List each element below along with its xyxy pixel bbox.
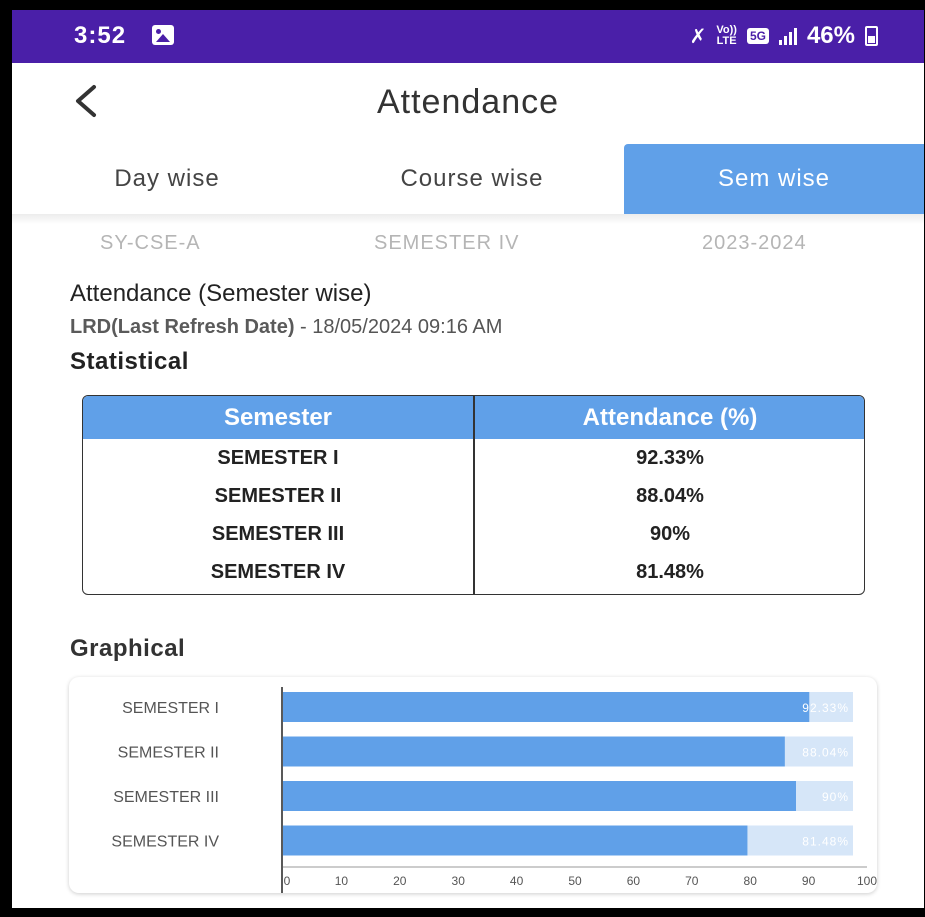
column-header-attendance: Attendance (%) [582,403,758,431]
x-tick-label: 0 [284,874,291,888]
bar [283,825,748,856]
value-label: 90% [822,790,849,804]
attendance-bar-chart: SEMESTER I 92.33% SEMESTER II 88.04% SEMESTE… [111,687,877,893]
phone-screen: 3:52 ✗ Vo)) LTE 5G 46% Attendance Day wi… [12,10,924,908]
tab-bar: Day wise Course wise Sem wise [12,144,924,214]
column-header-semester: Semester [223,403,333,431]
x-tick-label: 60 [627,874,641,888]
app-header: Attendance [12,63,924,143]
lrd-value: - 18/05/2024 09:16 AM [294,316,503,338]
section-title: Attendance (Semester wise) [70,280,372,307]
x-tick-label: 30 [452,874,466,888]
tab-course-wise[interactable]: Course wise [352,144,592,214]
statistical-heading: Statistical [70,348,189,375]
x-tick-label: 80 [744,874,758,888]
image-notification-icon [152,25,174,45]
academic-year: 2023-2024 [702,232,807,254]
tab-day-wise[interactable]: Day wise [52,144,282,214]
attendance-cell: 92.33% [636,446,704,469]
x-tick-label: 90 [802,874,816,888]
category-label: SEMESTER III [113,789,219,806]
lrd-label: LRD(Last Refresh Date) [70,316,295,338]
bar [283,692,810,722]
semester-cell: SEMESTER III [211,522,345,545]
battery-icon [865,26,878,46]
x-tick-label: 20 [393,874,407,888]
value-label: 81.48% [802,835,849,849]
semester-cell: SEMESTER II [214,484,342,507]
5g-icon: 5G [746,28,769,44]
category-label: SEMESTER IV [111,834,219,851]
x-tick-label: 10 [335,874,349,888]
semester-cell: SEMESTER IV [210,560,346,583]
value-label: 88.04% [802,746,849,760]
battery-percent: 46% [806,22,855,49]
current-semester: SEMESTER IV [374,232,520,254]
category-label: SEMESTER II [118,745,219,762]
page-title: Attendance [376,83,560,121]
value-label: 92.33% [802,701,849,715]
semester-cell: SEMESTER I [217,446,339,469]
mute-icon: ✗ [689,25,707,48]
attendance-cell: 88.04% [636,484,704,507]
volte-icon: Vo)) LTE [716,25,737,47]
device-frame: 3:52 ✗ Vo)) LTE 5G 46% Attendance Day wi… [0,0,925,917]
bar [283,781,796,811]
tab-sem-wise[interactable]: Sem wise [624,144,924,214]
x-tick-label: 40 [510,874,524,888]
attendance-table: Semester Attendance (%) SEMESTER I 92.33… [82,395,865,595]
status-time: 3:52 [74,22,127,49]
status-right-group: ✗ Vo)) LTE 5G 46% [690,22,878,50]
attendance-chart-card: SEMESTER I 92.33% SEMESTER II 88.04% SEMESTE… [69,677,877,893]
status-bar: 3:52 ✗ Vo)) LTE 5G 46% [12,10,924,63]
x-tick-label: 50 [568,874,582,888]
class-name: SY-CSE-A [100,232,201,254]
x-tick-label: 70 [685,874,699,888]
attendance-cell: 90% [649,522,691,545]
signal-icon [778,27,797,45]
attendance-cell: 81.48% [636,560,704,583]
tabs-divider [12,214,924,224]
column-divider [473,396,475,594]
bar [283,736,785,767]
volte-bottom-text: LTE [716,35,737,47]
x-tick-label: 100 [857,874,877,888]
graphical-heading: Graphical [70,635,186,662]
category-label: SEMESTER I [122,700,219,717]
last-refresh-date: LRD(Last Refresh Date) - 18/05/2024 09:1… [70,316,502,339]
